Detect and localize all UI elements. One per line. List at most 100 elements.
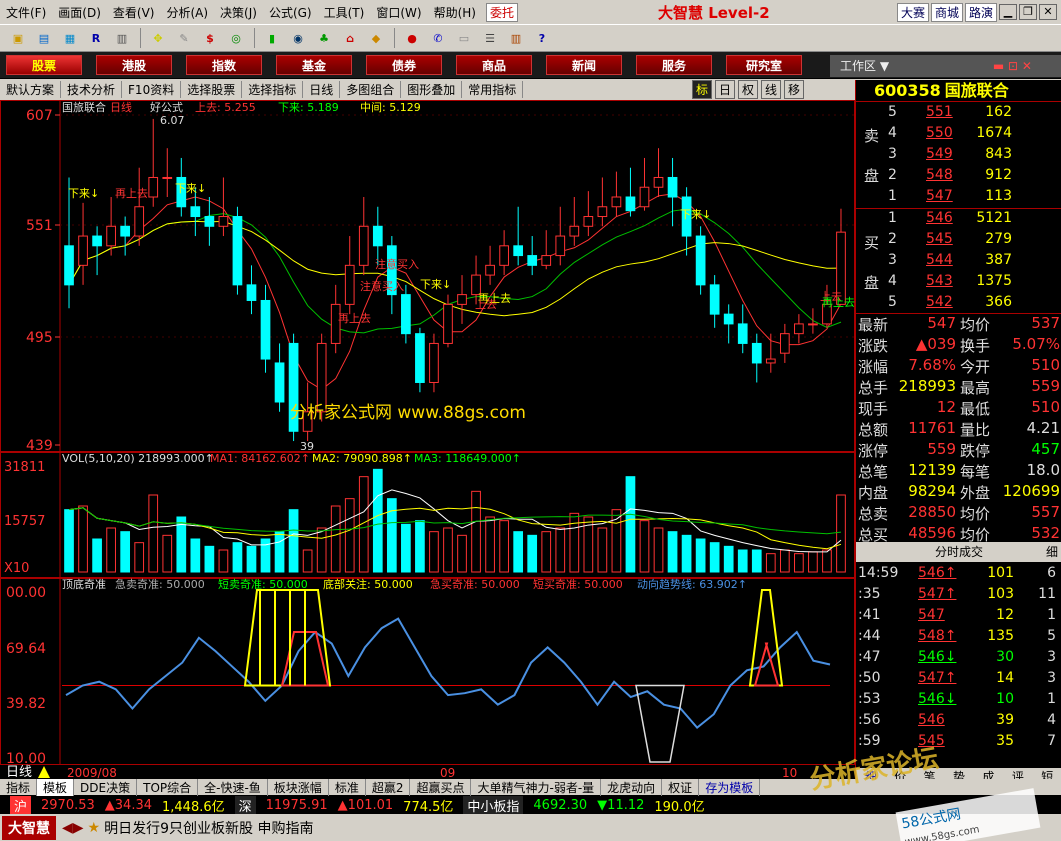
template-tab-11[interactable]: 权证	[662, 778, 700, 796]
menu-item-2[interactable]: 查看(V)	[107, 4, 161, 21]
volume-bar[interactable]	[681, 534, 692, 573]
volume-bar[interactable]	[401, 523, 411, 573]
note-icon[interactable]: ▭	[452, 28, 476, 48]
volume-bar[interactable]	[737, 549, 748, 573]
orderbook-row[interactable]: 5 551 162	[856, 103, 1061, 124]
trade-row[interactable]: :41 547 12 1	[856, 606, 1061, 627]
chart-area[interactable]: 607 551 495 439 31811 15757 X10 00.00 69.64 39.82…	[0, 100, 855, 780]
nav-1[interactable]: 港股	[96, 55, 172, 75]
minimize-icon[interactable]: ▁	[999, 4, 1017, 20]
candle[interactable]	[134, 167, 145, 246]
volume-bar[interactable]	[527, 534, 538, 573]
volume-bar[interactable]	[218, 549, 229, 573]
candle[interactable]	[260, 284, 271, 373]
orderbook-row[interactable]: 3 549 843	[856, 145, 1061, 166]
trade-row[interactable]: :44 548↑ 135 5	[856, 627, 1061, 648]
table-icon[interactable]: ▥	[110, 28, 134, 48]
volume-bar[interactable]	[625, 476, 636, 573]
volume-bar[interactable]	[667, 531, 678, 573]
candle[interactable]	[386, 236, 397, 315]
candle[interactable]	[372, 206, 383, 266]
binoculars-icon[interactable]: ◉	[286, 28, 310, 48]
volume-bar[interactable]	[386, 498, 397, 573]
volume-bar[interactable]	[120, 531, 131, 573]
candle[interactable]	[611, 171, 622, 217]
candle[interactable]	[162, 148, 173, 197]
candle[interactable]	[794, 314, 804, 344]
volume-bar[interactable]	[569, 512, 580, 573]
trade-row[interactable]: :35 547↑ 103 11	[856, 585, 1061, 606]
template-tab-8[interactable]: 超赢买点	[410, 778, 472, 796]
template-tab-3[interactable]: TOP综合	[137, 778, 199, 796]
candle[interactable]	[541, 230, 552, 270]
volume-bar[interactable]	[443, 527, 453, 573]
news-text[interactable]: 明日发行9只创业板新股 申购指南	[104, 818, 313, 838]
template-tab-4[interactable]: 全-快速-鱼	[198, 778, 268, 796]
subbar-item-2[interactable]: F10资料	[122, 81, 182, 98]
workarea-dropdown[interactable]: 工作区 ▼ ▬ ⊡ ✕	[830, 55, 1061, 77]
candle[interactable]	[358, 197, 369, 276]
right-button-0[interactable]: 大赛	[896, 2, 929, 22]
volume-bar[interactable]	[274, 531, 285, 573]
candle[interactable]	[555, 206, 566, 266]
candle[interactable]	[723, 304, 734, 344]
candle[interactable]	[344, 236, 355, 315]
candle[interactable]	[148, 118, 159, 207]
volume-bar[interactable]	[372, 468, 383, 573]
nav-7[interactable]: 服务	[636, 55, 712, 75]
trade-row[interactable]: 14:59 546↑ 101 6	[856, 564, 1061, 585]
volume-bar[interactable]	[429, 531, 439, 573]
dollar-icon[interactable]: $	[198, 28, 222, 48]
candle[interactable]	[443, 294, 453, 348]
volume-bar[interactable]	[695, 538, 706, 573]
candle[interactable]	[429, 333, 439, 393]
orderbook-row[interactable]: 2 548 912	[856, 166, 1061, 187]
candle[interactable]	[737, 304, 748, 354]
restore-icon[interactable]: ❐	[1019, 4, 1037, 20]
orderbook-row[interactable]: 3 544 387	[856, 251, 1061, 272]
grid-icon[interactable]: ▦	[58, 28, 82, 48]
volume-bar[interactable]	[765, 553, 776, 573]
subbar-item-8[interactable]: 常用指标	[462, 81, 524, 98]
candle[interactable]	[499, 230, 509, 276]
menu-item-0[interactable]: 文件(F)	[0, 4, 52, 21]
subbar-item-6[interactable]: 多图组合	[340, 81, 402, 98]
volume-bar[interactable]	[134, 542, 145, 573]
candle[interactable]	[204, 197, 215, 246]
nav-5[interactable]: 商品	[456, 55, 532, 75]
volume-bar[interactable]	[64, 509, 74, 573]
volume-bar[interactable]	[541, 531, 552, 573]
help-icon[interactable]: ?	[530, 28, 554, 48]
volume-bar[interactable]	[555, 527, 566, 573]
menu-item-3[interactable]: 分析(A)	[160, 4, 214, 21]
entrust-button[interactable]: 委托	[485, 2, 518, 22]
glasses-icon[interactable]: ◎	[224, 28, 248, 48]
candle[interactable]	[232, 206, 243, 295]
volume-bar[interactable]	[653, 527, 664, 573]
volume-bar[interactable]	[204, 545, 215, 573]
books-icon[interactable]: ▥	[504, 28, 528, 48]
candle[interactable]	[106, 197, 116, 256]
nav-4[interactable]: 债券	[366, 55, 442, 75]
trade-row[interactable]: :53 546↓ 10 1	[856, 690, 1061, 711]
template-tab-10[interactable]: 龙虎动向	[601, 778, 663, 796]
orderbook-row[interactable]: 2 545 279	[856, 230, 1061, 251]
candle[interactable]	[653, 148, 664, 197]
volume-bar[interactable]	[415, 520, 425, 573]
diamond-icon[interactable]: ◆	[364, 28, 388, 48]
bars-icon[interactable]: ▮	[260, 28, 284, 48]
volume-bar[interactable]	[723, 545, 734, 573]
volume-bar[interactable]	[92, 538, 102, 573]
candle[interactable]	[513, 206, 524, 266]
template-tab-7[interactable]: 超赢2	[366, 778, 411, 796]
orderbook-row[interactable]: 5 542 366	[856, 293, 1061, 314]
subbar-item-3[interactable]: 选择股票	[181, 81, 243, 98]
move-icon[interactable]: ✥	[146, 28, 170, 48]
volume-bar[interactable]	[288, 509, 299, 573]
volume-bar[interactable]	[751, 549, 762, 573]
right-button-2[interactable]: 路演	[964, 2, 997, 22]
volume-bar[interactable]	[808, 551, 818, 573]
orderbook-row[interactable]: 4 543 1375	[856, 272, 1061, 293]
volume-bar[interactable]	[836, 494, 846, 573]
nav-0[interactable]: 股票	[6, 55, 82, 75]
